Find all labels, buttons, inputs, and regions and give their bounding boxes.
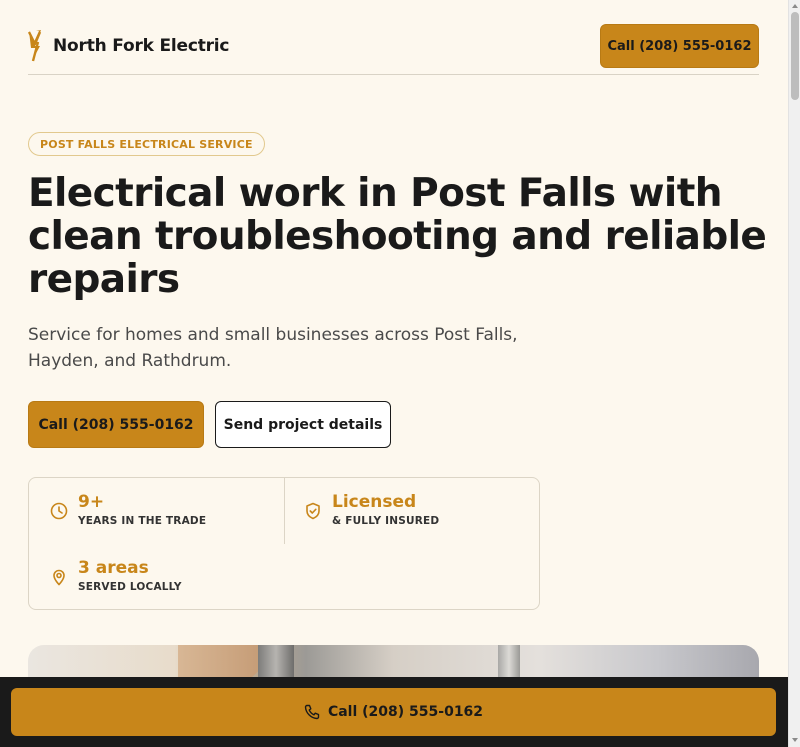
service-badge: POST FALLS ELECTRICAL SERVICE xyxy=(28,132,265,156)
stat-label: YEARS IN THE TRADE xyxy=(78,515,207,527)
page: North Fork Electric Call (208) 555-0162 … xyxy=(0,0,788,747)
sticky-call-bar: Call (208) 555-0162 xyxy=(0,677,788,747)
stats-card: 9+ YEARS IN THE TRADE Licensed & FULLY I… xyxy=(28,477,540,610)
hero-title: Electrical work in Post Falls with clean… xyxy=(28,171,767,302)
stat-label: SERVED LOCALLY xyxy=(78,581,182,593)
brand-logo-link[interactable]: North Fork Electric xyxy=(28,30,230,62)
stat-value: 9+ xyxy=(78,492,105,512)
scroll-down-arrow-icon[interactable] xyxy=(791,736,799,744)
phone-icon xyxy=(304,704,320,720)
lightning-bolt-icon xyxy=(28,30,42,62)
scroll-up-arrow-icon[interactable] xyxy=(791,2,799,10)
site-header: North Fork Electric Call (208) 555-0162 xyxy=(28,24,759,75)
stat-value: 3 areas xyxy=(78,558,149,578)
hero-call-button[interactable]: Call (208) 555-0162 xyxy=(28,401,204,448)
send-project-details-button[interactable]: Send project details xyxy=(215,401,391,448)
shield-check-icon xyxy=(306,502,320,520)
stats-divider xyxy=(284,478,285,544)
sticky-call-label: Call (208) 555-0162 xyxy=(327,704,484,720)
stat-licensed: Licensed & FULLY INSURED xyxy=(303,491,439,527)
stat-label: & FULLY INSURED xyxy=(332,515,440,527)
clock-icon xyxy=(50,502,68,520)
header-call-button[interactable]: Call (208) 555-0162 xyxy=(600,24,759,68)
stat-areas: 3 areas SERVED LOCALLY xyxy=(49,557,182,593)
sticky-call-button[interactable]: Call (208) 555-0162 xyxy=(11,688,776,736)
scrollbar-thumb[interactable] xyxy=(791,12,799,100)
brand-name: North Fork Electric xyxy=(53,36,230,56)
stat-years: 9+ YEARS IN THE TRADE xyxy=(49,491,206,527)
map-pin-icon xyxy=(53,569,65,586)
scrollbar[interactable] xyxy=(788,0,800,747)
stat-value: Licensed xyxy=(332,492,417,512)
hero-subtitle: Service for homes and small businesses a… xyxy=(28,325,518,371)
